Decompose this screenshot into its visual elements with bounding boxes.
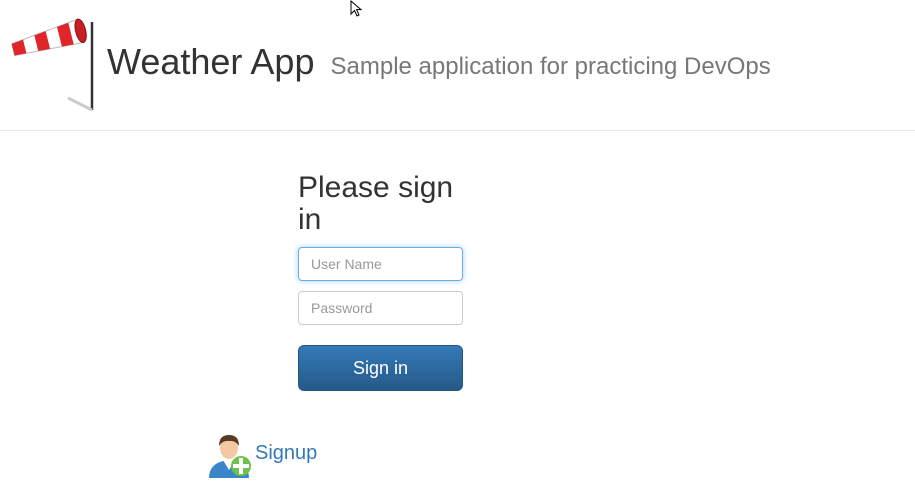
add-user-icon bbox=[209, 435, 251, 478]
signup-label: Signup bbox=[255, 441, 318, 464]
page: Weather App Sample application for pract… bbox=[0, 0, 915, 501]
signup-link[interactable]: Signup bbox=[207, 430, 317, 480]
mouse-cursor-icon bbox=[350, 0, 363, 17]
app-title-text: Weather App bbox=[107, 41, 315, 82]
app-subtitle: Sample application for practicing DevOps bbox=[330, 53, 771, 80]
windsock-icon bbox=[11, 18, 94, 112]
signin-form: Please sign in Sign in bbox=[298, 171, 463, 391]
username-input[interactable] bbox=[298, 247, 463, 281]
signin-heading: Please sign in bbox=[298, 171, 454, 236]
password-input[interactable] bbox=[298, 291, 463, 325]
header: Weather App Sample application for pract… bbox=[0, 0, 915, 131]
app-title: Weather App Sample application for pract… bbox=[107, 40, 771, 89]
signin-button[interactable]: Sign in bbox=[298, 345, 463, 391]
